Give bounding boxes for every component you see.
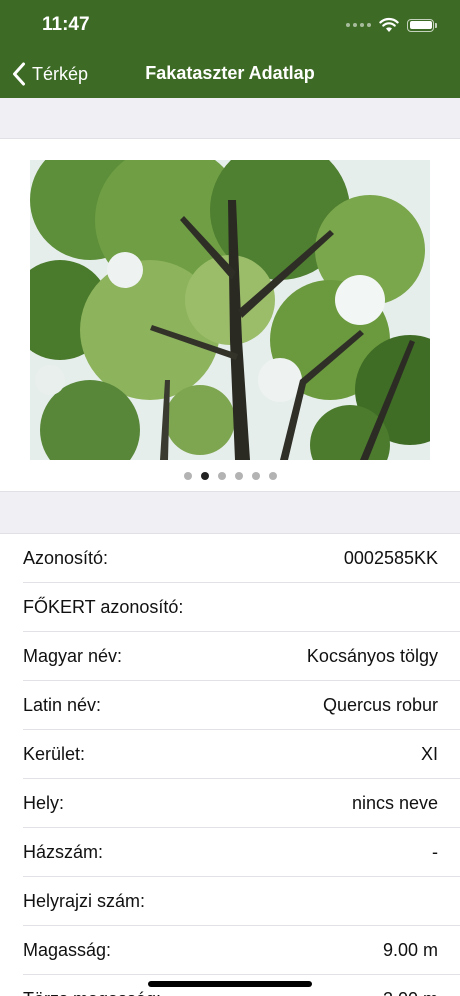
- status-indicators: [346, 16, 437, 34]
- detail-label: Azonosító:: [23, 548, 109, 568]
- status-bar: 11:47: [0, 0, 460, 50]
- detail-value: 2.00 m: [383, 989, 438, 996]
- detail-value: Kocsányos tölgy: [306, 646, 438, 666]
- detail-label: Magasság:: [23, 940, 112, 960]
- status-time: 11:47: [42, 14, 90, 35]
- page-indicator[interactable]: [0, 472, 460, 480]
- detail-value: nincs neve: [351, 793, 438, 813]
- detail-label: Magyar név:: [23, 646, 123, 666]
- detail-row: Hely: nincs neve: [0, 779, 460, 828]
- detail-row: Helyrajzi szám:: [0, 877, 460, 926]
- detail-row: Kerület: XI: [0, 730, 460, 779]
- page-dot[interactable]: [251, 472, 260, 480]
- wifi-icon: [379, 17, 399, 32]
- page-dot[interactable]: [200, 472, 209, 480]
- detail-row: Házszám: -: [0, 828, 460, 877]
- detail-row: Latin név: Quercus robur: [0, 681, 460, 730]
- cellular-signal-icon: [346, 23, 371, 27]
- details-list: Azonosító: 0002585KK FŐKERT azonosító: Magy…: [0, 533, 460, 996]
- navigation-bar: Térkép Fakataszter Adatlap: [0, 50, 460, 98]
- detail-label: Törzs magasság:: [23, 989, 161, 996]
- detail-label: Helyrajzi szám:: [23, 891, 146, 911]
- section-spacer: [0, 98, 460, 138]
- detail-label: FŐKERT azonosító:: [23, 597, 184, 617]
- page-dot[interactable]: [268, 472, 277, 480]
- battery-icon: [407, 18, 437, 32]
- detail-row: FŐKERT azonosító:: [0, 583, 460, 632]
- detail-value: 0002585KK: [343, 548, 438, 568]
- detail-label: Latin név:: [23, 695, 102, 715]
- detail-value: XI: [420, 744, 438, 764]
- page-dot[interactable]: [183, 472, 192, 480]
- detail-value: 9.00 m: [382, 940, 438, 960]
- detail-label: Hely:: [23, 793, 65, 813]
- detail-label: Házszám:: [23, 842, 104, 862]
- header-bar: 11:47 Térkép Fakataszter Adatlap: [0, 0, 460, 98]
- detail-row: Azonosító: 0002585KK: [0, 534, 460, 583]
- section-spacer: [0, 492, 460, 533]
- page-dot[interactable]: [217, 472, 226, 480]
- page-dot[interactable]: [234, 472, 243, 480]
- detail-value: -: [432, 842, 438, 862]
- detail-value: Quercus robur: [322, 695, 438, 715]
- tree-photo[interactable]: [30, 160, 430, 460]
- tree-image: [30, 160, 430, 460]
- photo-gallery[interactable]: [0, 138, 460, 492]
- detail-row: Magasság: 9.00 m: [0, 926, 460, 975]
- detail-row: Magyar név: Kocsányos tölgy: [0, 632, 460, 681]
- detail-label: Kerület:: [23, 744, 86, 764]
- page-title: Fakataszter Adatlap: [145, 63, 315, 83]
- home-indicator[interactable]: [148, 981, 312, 987]
